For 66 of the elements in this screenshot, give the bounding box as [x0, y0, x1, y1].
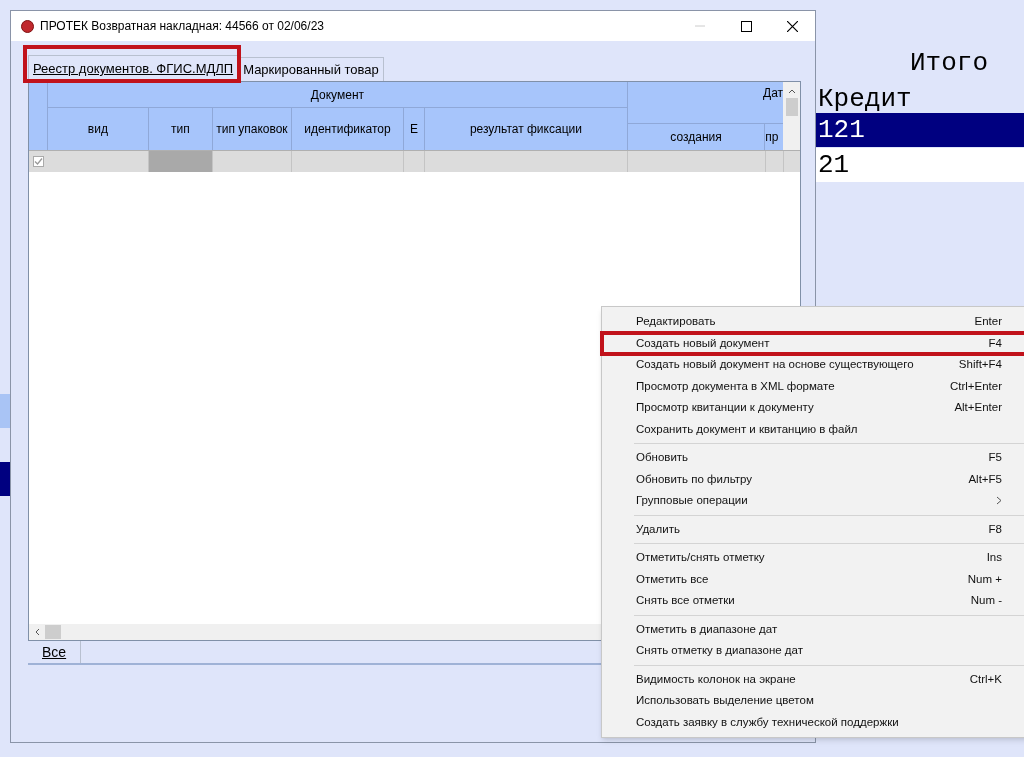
- menu-item[interactable]: Видимость колонок на экране Ctrl+K: [602, 668, 1024, 690]
- column-group-header: Документ: [47, 82, 628, 108]
- menu-item[interactable]: Обновить по фильтру Alt+F5: [602, 468, 1024, 490]
- shortcut-text: Ctrl+Enter: [949, 378, 1002, 394]
- menu-item[interactable]: Создать новый документ F4: [602, 332, 1024, 354]
- menu-item-label: Обновить: [636, 450, 690, 466]
- menu-item[interactable]: Создать заявку в службу технической поддержки: [602, 711, 1024, 733]
- menu-item[interactable]: Создать новый документ на основе существующего Shift+F4: [602, 354, 1024, 376]
- menu-item[interactable]: Использовать выделение цветом: [602, 690, 1024, 712]
- scroll-thumb[interactable]: [45, 625, 61, 639]
- menu-item-label: Отметить/снять отметку: [636, 550, 766, 566]
- menu-item[interactable]: Отметить/снять отметку Ins: [602, 547, 1024, 569]
- shortcut-text: Ins: [986, 550, 1002, 566]
- menu-item-label: Просмотр документа в XML формате: [636, 378, 836, 394]
- column-header[interactable]: пр: [765, 124, 784, 150]
- window-title: ПРОТЕК Возвратная накладная: 44566 от 02/06/23: [40, 18, 325, 35]
- table-cell: 121: [816, 113, 1024, 147]
- credit-label: Кредит: [818, 83, 912, 116]
- menu-item[interactable]: Просмотр документа в XML формате Ctrl+Enter: [602, 375, 1024, 397]
- shortcut-text: Num +: [967, 571, 1002, 587]
- vertical-scrollbar[interactable]: [783, 82, 800, 150]
- menu-item[interactable]: Сохранить документ и квитанцию в файл: [602, 418, 1024, 440]
- menu-item-label: Создать новый документ на основе существующего: [636, 357, 915, 373]
- menu-item-label: Сохранить документ и квитанцию в файл: [636, 421, 859, 437]
- app-icon: [21, 19, 34, 33]
- menu-item-label: Отметить все: [636, 571, 710, 587]
- shortcut-text: F8: [988, 521, 1002, 537]
- maximize-icon: [740, 20, 752, 32]
- menu-item-label: Обновить по фильтру: [636, 471, 754, 487]
- menu-item[interactable]: Редактировать Enter: [602, 311, 1024, 333]
- menu-item[interactable]: Отметить все Num +: [602, 568, 1024, 590]
- menu-item[interactable]: Отметить в диапазоне дат: [602, 618, 1024, 640]
- shortcut-text: F4: [988, 335, 1002, 351]
- menu-item-label: Создать заявку в службу технической поддержки: [636, 714, 900, 730]
- menu-item-label: Снять все отметки: [636, 593, 736, 609]
- menu-item[interactable]: Групповые операции: [602, 490, 1024, 512]
- menu-item[interactable]: Просмотр квитанции к документу Alt+Enter: [602, 397, 1024, 419]
- shortcut-text: Alt+Enter: [954, 400, 1002, 416]
- menu-item[interactable]: Обновить F5: [602, 447, 1024, 469]
- menu-item-label: Редактировать: [636, 314, 717, 330]
- shortcut-text: Ctrl+K: [969, 671, 1002, 687]
- scroll-up-icon[interactable]: [787, 88, 796, 94]
- shortcut-text: F5: [988, 450, 1002, 466]
- menu-item-label: Снять отметку в диапазоне дат: [636, 643, 804, 659]
- close-icon: [786, 20, 798, 32]
- menu-item-label: Групповые операции: [636, 493, 749, 509]
- shortcut-text: Alt+F5: [968, 471, 1002, 487]
- menu-item-label: Видимость колонок на экране: [636, 671, 797, 687]
- menu-item[interactable]: Снять все отметки Num -: [602, 590, 1024, 612]
- shortcut-text: Shift+F4: [958, 357, 1002, 373]
- tab[interactable]: Маркированный товар: [238, 57, 384, 81]
- shortcut-text: Num -: [970, 593, 1002, 609]
- scroll-thumb[interactable]: [785, 98, 798, 116]
- menu-item[interactable]: Снять отметку в диапазоне дат: [602, 640, 1024, 662]
- scroll-left-icon[interactable]: [34, 628, 40, 636]
- shortcut-text: Enter: [974, 314, 1002, 330]
- row-checkbox[interactable]: [33, 156, 44, 167]
- total-label: Итого: [910, 47, 988, 80]
- menu-item-label: Просмотр квитанции к документу: [636, 400, 815, 416]
- menu-item-label: Использовать выделение цветом: [636, 693, 815, 709]
- menu-item-label: Создать новый документ: [636, 335, 771, 351]
- tab[interactable]: Реестр документов. ФГИС.МДЛП: [28, 55, 239, 81]
- menu-item-label: Отметить в диапазоне дат: [636, 621, 779, 637]
- menu-item[interactable]: Удалить F8: [602, 518, 1024, 540]
- table-cell: 21: [816, 148, 1024, 182]
- menu-item-label: Удалить: [636, 521, 681, 537]
